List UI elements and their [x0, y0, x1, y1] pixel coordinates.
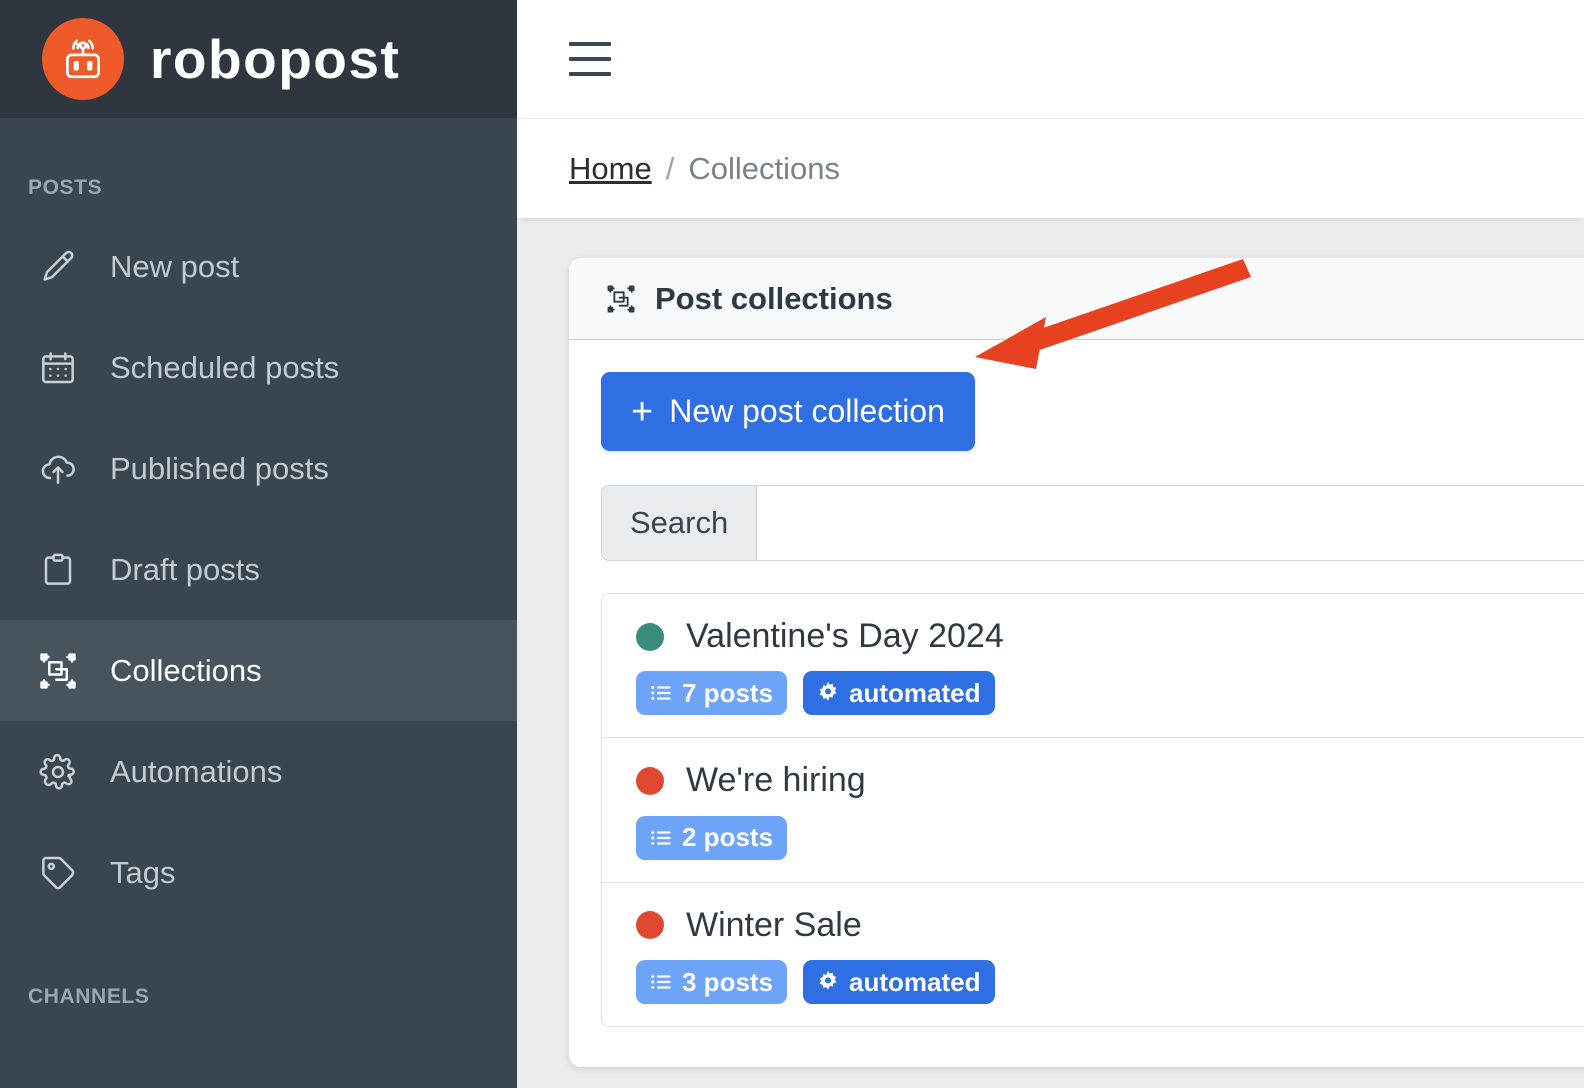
collection-head: Valentine's Day 2024 — [636, 617, 1584, 655]
list-icon — [650, 682, 672, 704]
sidebar-item-tags[interactable]: Tags — [0, 822, 517, 923]
sidebar-item-label: Published posts — [110, 451, 329, 486]
sidebar-item-label: New post — [110, 249, 240, 284]
brand-header[interactable]: robopost — [0, 0, 517, 118]
posts-count-badge: 7 posts — [636, 671, 788, 716]
list-item[interactable]: Winter Sale 3 posts automated — [602, 882, 1584, 1027]
badge-label: 2 posts — [682, 822, 774, 853]
post-collections-card: Post collections + New post collection S… — [569, 258, 1584, 1068]
new-post-collection-button[interactable]: + New post collection — [601, 372, 975, 451]
sidebar-item-label: Automations — [110, 754, 283, 789]
collection-head: Winter Sale — [636, 905, 1584, 944]
collection-name: Winter Sale — [686, 905, 862, 944]
posts-count-badge: 3 posts — [636, 960, 788, 1005]
status-dot — [636, 911, 664, 940]
automated-badge: automated — [803, 671, 995, 716]
sidebar-item-new-post[interactable]: New post — [0, 216, 517, 317]
sidebar-item-published-posts[interactable]: Published posts — [0, 418, 517, 519]
list-icon — [650, 827, 672, 849]
calendar-icon — [34, 344, 82, 392]
sidebar-item-collections[interactable]: Collections — [0, 620, 517, 721]
search-button[interactable]: Search — [601, 485, 757, 561]
badge-label: 7 posts — [682, 677, 774, 708]
collection-head: We're hiring — [636, 761, 1584, 800]
sidebar-nav: New post Scheduled posts Published posts… — [0, 216, 517, 923]
collection-name: Valentine's Day 2024 — [686, 617, 1004, 655]
list-icon — [650, 971, 672, 993]
sidebar-section-posts: POSTS — [28, 176, 103, 199]
pencil-icon — [34, 243, 82, 291]
sidebar: robopost POSTS New post Scheduled posts … — [0, 0, 517, 1088]
badge-row: 2 posts — [636, 815, 1584, 860]
list-item[interactable]: Valentine's Day 2024 7 posts automated — [602, 594, 1584, 739]
brand-name: robopost — [150, 27, 401, 90]
gear-icon — [34, 748, 82, 796]
breadcrumb-home-link[interactable]: Home — [569, 151, 652, 187]
search-group: Search — [601, 485, 1584, 561]
badge-label: automated — [849, 677, 981, 708]
status-dot — [636, 767, 664, 796]
plus-icon: + — [631, 390, 654, 433]
card-body: + New post collection Search Valentine's… — [569, 340, 1584, 1067]
search-input[interactable] — [756, 485, 1584, 561]
card-header: Post collections — [569, 258, 1584, 340]
breadcrumb: Home / Collections — [517, 119, 1584, 218]
new-post-collection-label: New post collection — [669, 393, 945, 429]
posts-count-badge: 2 posts — [636, 815, 788, 860]
badge-label: 3 posts — [682, 966, 774, 997]
badge-row: 3 posts automated — [636, 960, 1584, 1005]
app-root: robopost POSTS New post Scheduled posts … — [0, 0, 1584, 1088]
sidebar-item-label: Draft posts — [110, 552, 260, 587]
robot-broadcast-icon — [42, 18, 124, 100]
topbar — [517, 0, 1584, 119]
sidebar-item-label: Scheduled posts — [110, 350, 340, 385]
automated-badge: automated — [803, 960, 995, 1005]
breadcrumb-current: Collections — [688, 150, 840, 186]
collections-icon — [34, 647, 82, 695]
list-item[interactable]: We're hiring 2 posts — [602, 738, 1584, 883]
hamburger-icon[interactable] — [569, 42, 611, 76]
badge-label: automated — [849, 966, 981, 997]
sidebar-item-label: Tags — [110, 855, 176, 890]
badge-row: 7 posts automated — [636, 671, 1584, 716]
content-area: Post collections + New post collection S… — [517, 218, 1584, 1088]
collections-list: Valentine's Day 2024 7 posts automated W… — [601, 593, 1584, 1028]
sidebar-item-label: Collections — [110, 653, 262, 688]
cloud-upload-icon — [34, 445, 82, 493]
sidebar-item-automations[interactable]: Automations — [0, 721, 517, 822]
collection-name: We're hiring — [686, 761, 866, 800]
sidebar-section-channels: CHANNELS — [28, 985, 150, 1008]
gear-icon — [817, 971, 839, 993]
status-dot — [636, 622, 664, 651]
main-region: Home / Collections Post collections + Ne… — [517, 0, 1584, 1088]
tag-icon — [34, 849, 82, 897]
clipboard-icon — [34, 546, 82, 594]
page-title: Post collections — [655, 281, 893, 316]
breadcrumb-separator: / — [665, 150, 675, 186]
collections-icon — [605, 283, 637, 315]
gear-icon — [817, 682, 839, 704]
sidebar-item-draft-posts[interactable]: Draft posts — [0, 519, 517, 620]
sidebar-item-scheduled-posts[interactable]: Scheduled posts — [0, 317, 517, 418]
